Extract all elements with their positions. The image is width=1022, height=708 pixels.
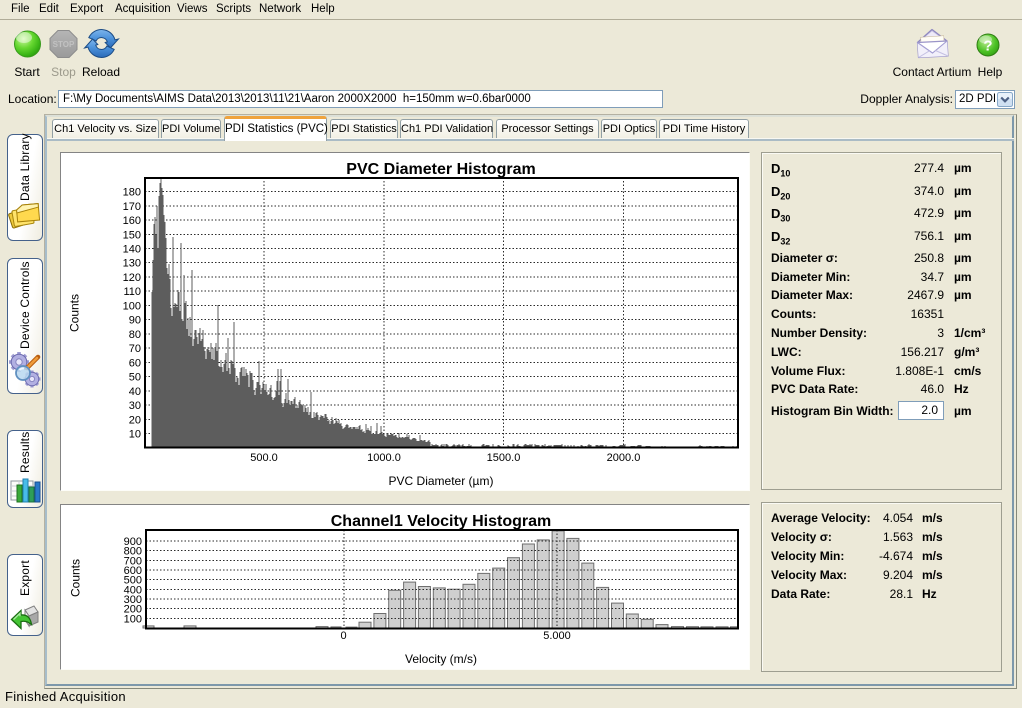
svg-text:PVC Diameter (µm): PVC Diameter (µm) [389,474,494,488]
svg-text:Channel1 Velocity Histogram: Channel1 Velocity Histogram [331,513,552,530]
svg-text:5.000: 5.000 [543,630,571,642]
svg-text:20: 20 [129,414,141,426]
svg-text:500.0: 500.0 [250,452,278,464]
svg-text:110: 110 [123,286,141,298]
svg-text:120: 120 [123,272,141,284]
svg-text:170: 170 [123,201,141,213]
svg-text:70: 70 [129,343,141,355]
svg-text:0: 0 [340,630,346,642]
svg-text:PVC Diameter Histogram: PVC Diameter Histogram [346,161,535,178]
svg-text:140: 140 [123,244,141,256]
svg-text:130: 130 [123,258,141,270]
svg-text:1500.0: 1500.0 [487,452,521,464]
svg-text:160: 160 [123,215,141,227]
svg-text:Velocity (m/s): Velocity (m/s) [405,652,477,666]
svg-text:180: 180 [123,187,141,199]
svg-text:60: 60 [129,357,141,369]
svg-text:90: 90 [129,315,141,327]
svg-text:50: 50 [129,372,141,384]
svg-text:1000.0: 1000.0 [367,452,401,464]
svg-text:30: 30 [129,400,141,412]
svg-text:10: 10 [129,429,141,441]
svg-text:2000.0: 2000.0 [607,452,641,464]
svg-text:150: 150 [123,229,141,241]
svg-text:80: 80 [129,329,141,341]
svg-text:Counts: Counts [69,559,83,597]
svg-text:900: 900 [124,536,142,548]
svg-text:100: 100 [123,301,141,313]
svg-text:Counts: Counts [68,294,82,332]
svg-text:40: 40 [129,386,141,398]
